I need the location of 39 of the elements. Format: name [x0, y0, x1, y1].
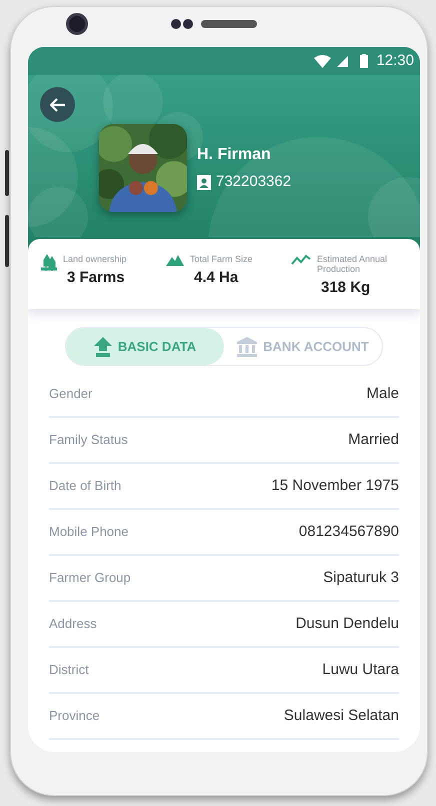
stat-label: Total Farm Size: [190, 254, 253, 264]
trend-line-icon: [291, 254, 311, 266]
field-label: Mobile Phone: [49, 523, 128, 542]
stat-value: 4.4 Ha: [194, 268, 240, 288]
field-value: Sipaturuk 3: [323, 568, 399, 588]
trees-icon: [41, 254, 57, 272]
field-value: Male: [366, 384, 399, 404]
stat-value: 318 Kg: [321, 278, 372, 298]
back-arrow-icon: [50, 98, 66, 112]
signal-icon: [337, 56, 348, 66]
tab[interactable]: BANK ACCOUNT: [224, 328, 382, 365]
field-label: Family Status: [49, 431, 128, 450]
stat-label: Estimated Annual Production: [317, 254, 388, 274]
stat-value: 3 Farms: [67, 268, 126, 288]
field-label: Province: [49, 707, 100, 726]
field-value: Luwu Utara: [322, 660, 399, 680]
field-value: 081234567890: [298, 522, 399, 542]
sensor-dots: [171, 18, 193, 28]
mountains-icon: [166, 254, 184, 266]
farmer-name: H. Firman: [197, 144, 272, 165]
field-value: Married: [348, 430, 399, 450]
upload-icon: [94, 336, 112, 356]
status-time: 12:30: [376, 50, 414, 71]
id-card-icon: [197, 174, 211, 190]
field-value: Dusun Dendelu: [296, 614, 399, 634]
stat-label: Land ownership: [63, 254, 127, 264]
bank-icon: [237, 336, 258, 356]
field-label: Gender: [49, 385, 92, 404]
field-label: District: [49, 661, 89, 680]
battery-icon: [360, 54, 368, 68]
back-button[interactable]: [40, 87, 75, 122]
field-value: 15 November 1975: [271, 476, 399, 496]
field-label: Address: [49, 615, 97, 634]
wifi-icon: [314, 54, 332, 68]
field-value: Sulawesi Selatan: [284, 706, 399, 726]
tab[interactable]: BASIC DATA: [66, 328, 224, 365]
farmer-id-number: 732203362: [216, 172, 292, 192]
field-label: Date of Birth: [49, 477, 122, 496]
field-label: Farmer Group: [49, 569, 131, 588]
